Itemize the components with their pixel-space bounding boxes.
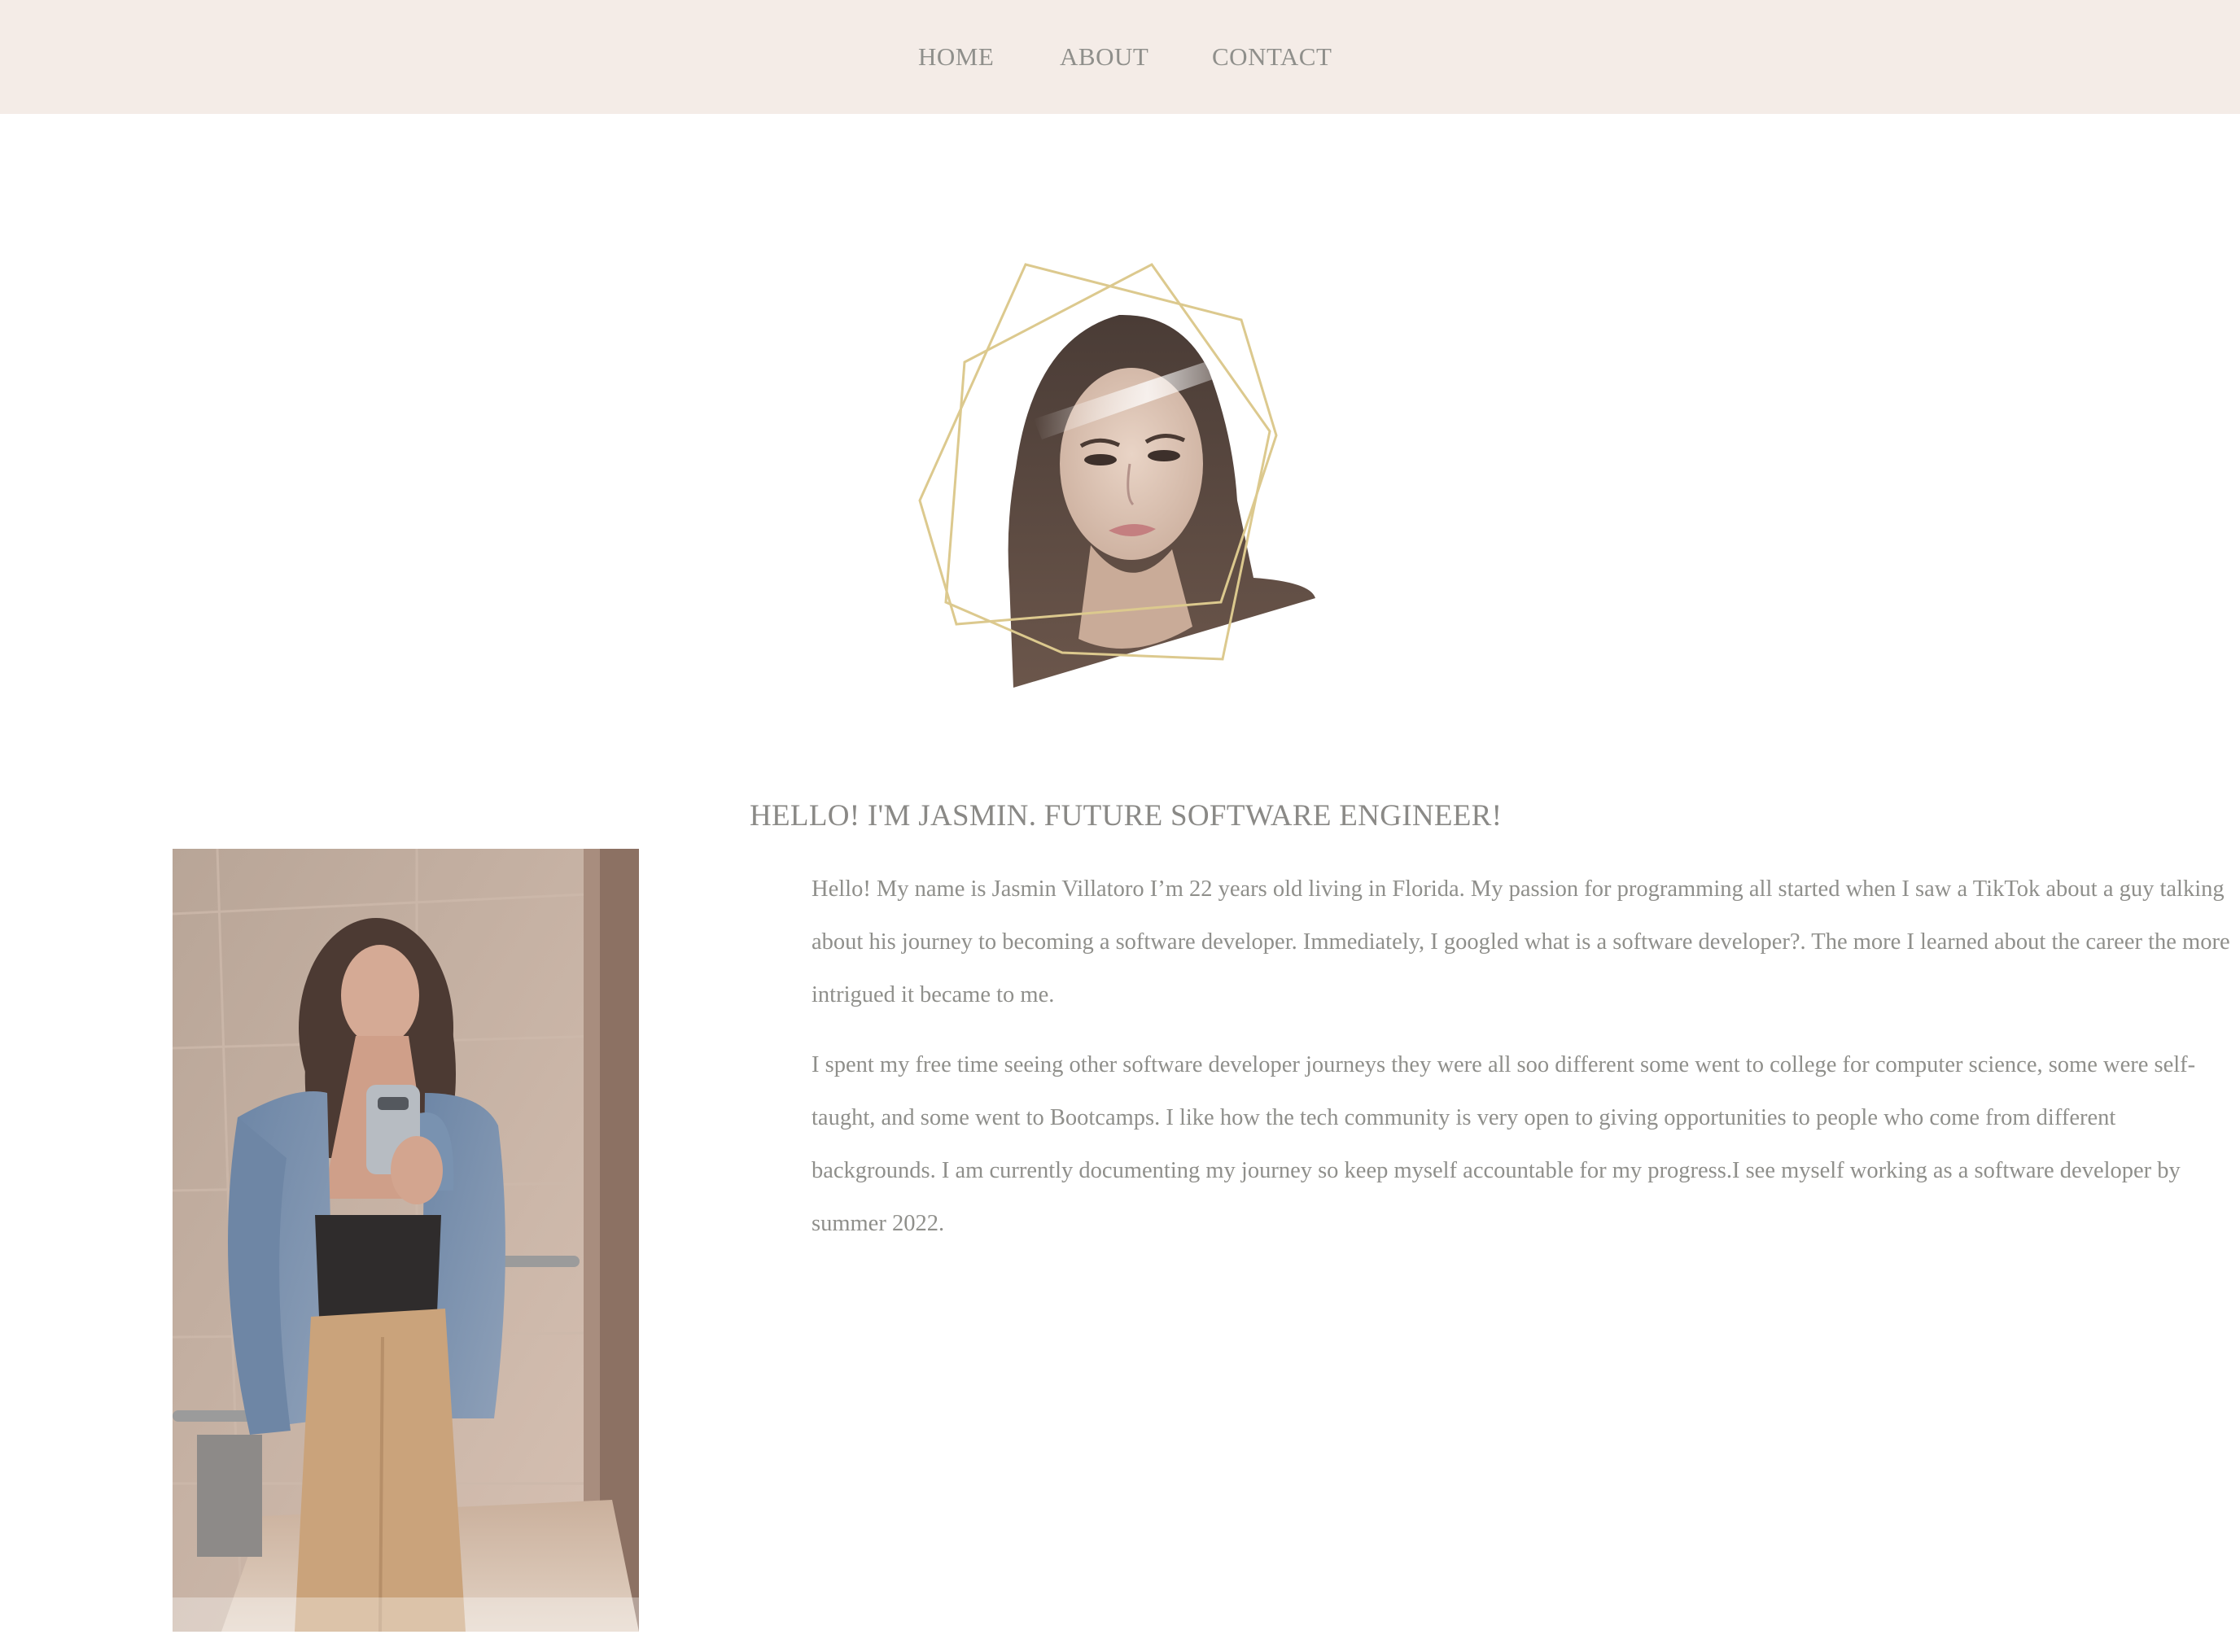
nav-link-home[interactable]: HOME — [918, 41, 994, 73]
right-eye — [1148, 450, 1180, 461]
nav-link-contact[interactable]: CONTACT — [1212, 41, 1332, 73]
bio-paragraph-2: I spent my free time seeing other softwa… — [812, 1052, 2196, 1236]
bio-section: Hello! My name is Jasmin Villatoro I’m 2… — [812, 863, 2236, 1267]
top-navigation: HOME ABOUT CONTACT — [0, 0, 2240, 114]
profile-headshot — [912, 256, 1335, 696]
nav-link-about[interactable]: ABOUT — [1060, 41, 1148, 73]
bio-paragraph-1: Hello! My name is Jasmin Villatoro I’m 2… — [812, 876, 2230, 1007]
profile-photo — [173, 849, 639, 1632]
page-heading: HELLO! I'M JASMIN. FUTURE SOFTWARE ENGIN… — [750, 799, 1503, 833]
left-eye — [1084, 454, 1117, 465]
